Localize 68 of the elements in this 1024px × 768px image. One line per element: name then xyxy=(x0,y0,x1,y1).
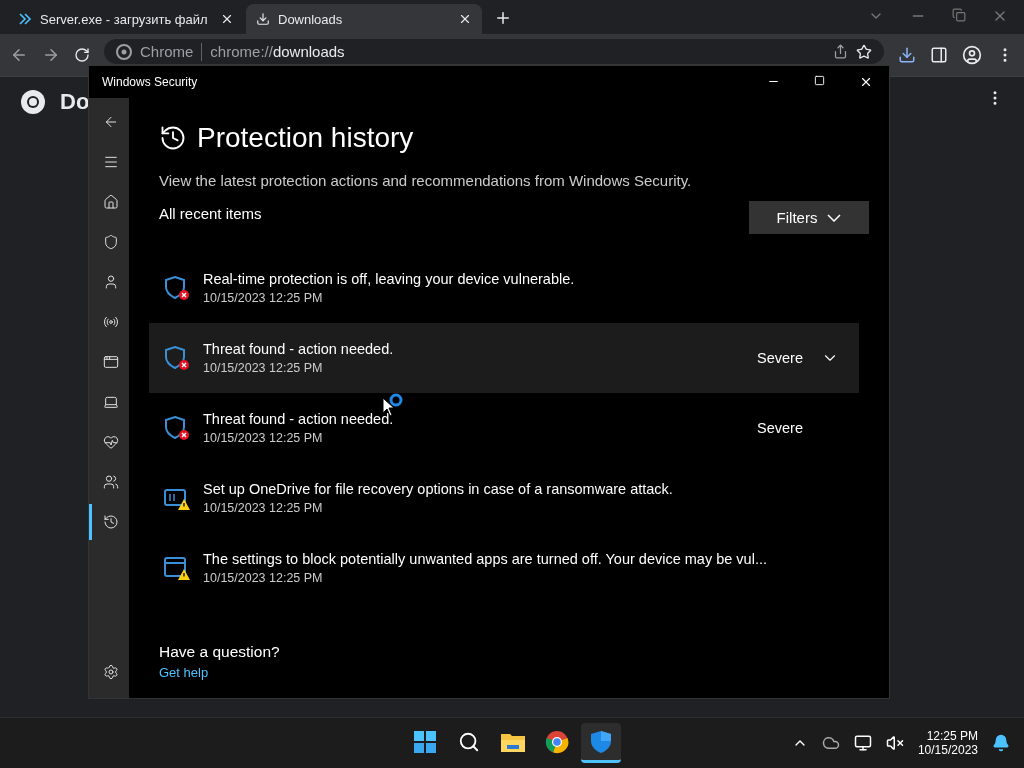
close-tab-icon[interactable] xyxy=(458,12,472,26)
network-icon[interactable] xyxy=(853,734,872,752)
history-icon xyxy=(159,124,187,152)
url-text: chrome://downloads xyxy=(210,43,345,60)
history-item[interactable]: The settings to block potentially unwanted apps are turned off. Your device may be vul... 10/15/2023 12:25 PM xyxy=(149,533,859,603)
help-link[interactable]: Get help xyxy=(159,665,869,680)
browser-tab[interactable]: Server.exe - загрузить файл xyxy=(8,4,244,34)
item-title: Threat found - action needed. xyxy=(203,341,395,357)
shield-icon xyxy=(590,729,612,754)
menu-icon xyxy=(102,154,119,170)
item-time: 10/15/2023 12:25 PM xyxy=(203,431,324,445)
shield-error-icon xyxy=(163,274,191,302)
reload-icon[interactable] xyxy=(74,47,90,63)
restore-icon[interactable] xyxy=(952,8,966,22)
tab-title: Server.exe - загрузить файл xyxy=(40,11,209,27)
severity-label: Severe xyxy=(757,350,803,366)
site-label: Chrome xyxy=(140,43,194,60)
window-title: Windows Security xyxy=(102,75,198,89)
notification-icon[interactable] xyxy=(992,734,1010,752)
side-panel-icon[interactable] xyxy=(930,46,948,64)
history-item[interactable]: Set up OneDrive for file recovery options in case of a ransomware attack. 10/15/2023 12:25 PM xyxy=(149,463,859,533)
profile-icon[interactable] xyxy=(962,45,982,65)
shield-error-icon xyxy=(163,344,191,372)
start-icon xyxy=(413,729,437,754)
cloud-icon[interactable] xyxy=(821,734,840,752)
search-icon xyxy=(458,730,480,753)
item-title: Threat found - action needed. xyxy=(203,411,395,427)
item-title: Real-time protection is off, leaving your device vulnerable. xyxy=(203,271,576,287)
shield-button[interactable] xyxy=(581,723,621,763)
back-icon[interactable] xyxy=(10,46,28,64)
close-icon[interactable] xyxy=(859,75,873,89)
chevrons-icon xyxy=(18,12,32,26)
history-item[interactable]: Real-time protection is off, leaving your device vulnerable. 10/15/2023 12:25 PM xyxy=(149,253,859,323)
maximize-icon[interactable] xyxy=(814,75,825,86)
forward-icon[interactable] xyxy=(42,46,60,64)
chrome-page-icon xyxy=(116,43,132,60)
shield-error-icon xyxy=(163,414,191,442)
address-bar[interactable]: Chrome chrome://downloads xyxy=(104,39,884,64)
app-warning-icon xyxy=(163,554,191,582)
item-title: The settings to block potentially unwanted apps are turned off. Your device may be vul... xyxy=(203,551,768,567)
page-description: View the latest protection actions and recommendations from Windows Security. xyxy=(159,172,693,189)
severity-label: Severe xyxy=(757,420,803,436)
item-time: 10/15/2023 12:25 PM xyxy=(203,571,324,585)
page-heading: Protection history xyxy=(197,122,414,154)
item-time: 10/15/2023 12:25 PM xyxy=(203,291,324,305)
new-tab-icon[interactable] xyxy=(494,9,512,27)
close-tab-icon[interactable] xyxy=(220,12,234,26)
chrome-logo-icon xyxy=(20,89,46,115)
question-heading: Have a question? xyxy=(159,643,281,661)
filters-button[interactable]: Filters xyxy=(749,201,869,234)
browser-icon xyxy=(545,729,569,754)
download-icon[interactable] xyxy=(898,46,916,64)
item-time: 10/15/2023 12:25 PM xyxy=(203,361,324,375)
item-title: Set up OneDrive for file recovery options in case of a ransomware attack. xyxy=(203,481,674,497)
mute-icon[interactable] xyxy=(885,734,904,752)
chevron-down-icon xyxy=(827,213,842,222)
bookmark-icon[interactable] xyxy=(856,43,872,60)
history-item[interactable]: Threat found - action needed. 10/15/2023 12:25 PM Severe xyxy=(149,323,859,393)
clock-date: 10/15/2023 xyxy=(917,743,978,757)
item-time: 10/15/2023 12:25 PM xyxy=(203,501,324,515)
section-title: All recent items xyxy=(159,205,262,222)
clock-time: 12:25 PM xyxy=(926,729,978,743)
share-icon[interactable] xyxy=(833,44,848,59)
page-title: Do xyxy=(60,89,90,115)
history-item[interactable]: Threat found - action needed. 10/15/2023 12:25 PM Severe xyxy=(149,393,859,463)
download-icon xyxy=(256,12,270,26)
browser-tab[interactable]: Downloads xyxy=(246,4,482,34)
tab-title: Downloads xyxy=(278,11,344,27)
